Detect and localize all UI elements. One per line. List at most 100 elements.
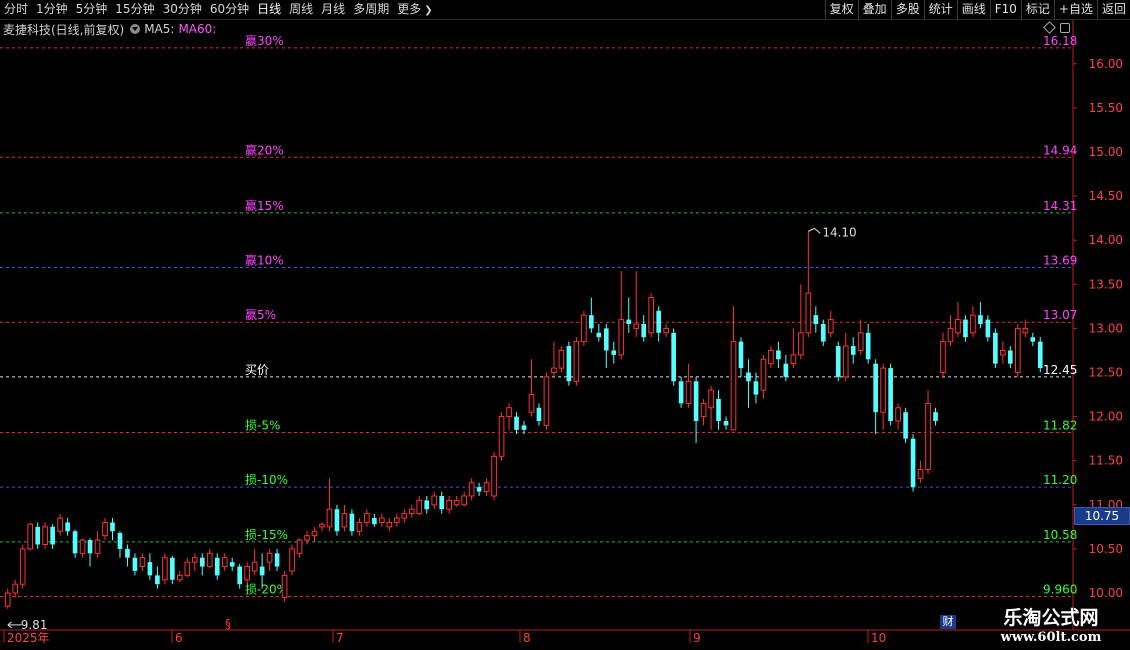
price-tick-label: 15.00 xyxy=(1089,145,1123,159)
candle-body xyxy=(633,323,640,329)
level-label: 损-15% xyxy=(245,528,288,542)
candle-body xyxy=(199,557,205,567)
candle-body xyxy=(933,412,938,422)
candle-body xyxy=(27,523,34,550)
level-label: 赢20% xyxy=(245,142,284,157)
candle-body xyxy=(341,513,348,528)
candle-body xyxy=(162,557,168,581)
level-label: 赢5% xyxy=(245,307,276,322)
low-marker-label: 9.81 xyxy=(21,618,48,632)
candle-body xyxy=(304,535,310,541)
candle-body xyxy=(970,314,976,334)
candle-body xyxy=(753,381,759,395)
candle-body xyxy=(618,319,625,356)
level-value: 12.45 xyxy=(1043,363,1077,377)
candle-body xyxy=(237,566,243,585)
candle-body xyxy=(521,425,527,430)
candle-body xyxy=(401,513,408,519)
candle-body xyxy=(603,328,609,351)
candle-body xyxy=(536,407,542,422)
candle-body xyxy=(581,314,587,343)
candle-body xyxy=(1000,349,1006,356)
candle-body xyxy=(408,508,415,515)
candle-body xyxy=(274,553,280,567)
candle-body xyxy=(790,354,797,365)
candle-body xyxy=(700,402,707,418)
candle-body xyxy=(251,561,258,572)
candle-body xyxy=(79,539,86,554)
candle-body xyxy=(476,487,482,492)
candle-body xyxy=(110,522,115,532)
finance-badge[interactable]: 财 xyxy=(940,615,956,629)
candle-body xyxy=(678,381,684,404)
level-value: 14.94 xyxy=(1043,143,1077,157)
candle-body xyxy=(746,372,751,382)
candle-body xyxy=(349,513,355,532)
candle-body xyxy=(94,539,101,554)
low-marker-arrow xyxy=(7,621,22,629)
candle-body xyxy=(543,376,550,426)
candle-body xyxy=(985,319,991,338)
level-label: 赢30% xyxy=(245,33,284,48)
date-tick-label: 6 xyxy=(175,631,183,645)
level-value: 11.82 xyxy=(1043,418,1077,432)
candle-body xyxy=(372,518,377,525)
candle-body xyxy=(461,495,467,506)
candle-body xyxy=(468,482,475,497)
candle-body xyxy=(35,526,40,545)
candle-body xyxy=(993,332,998,364)
candle-body xyxy=(656,310,661,333)
candle-body xyxy=(873,363,878,413)
candle-body xyxy=(50,526,55,545)
candle-body xyxy=(221,557,228,568)
candle-body xyxy=(663,327,669,334)
candle-body xyxy=(483,482,490,493)
candle-body xyxy=(170,557,175,580)
candle-body xyxy=(1014,327,1021,373)
candle-body xyxy=(334,509,340,532)
candle-body xyxy=(827,319,834,334)
candle-body xyxy=(453,499,460,506)
level-label: 损-5% xyxy=(245,418,280,432)
candle-body xyxy=(888,368,893,422)
candle-body xyxy=(281,574,288,598)
candle-body xyxy=(880,367,886,413)
candle-body xyxy=(214,557,220,576)
candle-body xyxy=(431,495,438,506)
candle-body xyxy=(813,315,819,324)
candle-body xyxy=(820,323,826,342)
price-tick-label: 12.00 xyxy=(1089,410,1123,424)
candle-body xyxy=(514,416,519,430)
candle-body xyxy=(491,455,497,497)
candle-body xyxy=(244,566,250,581)
candle-body xyxy=(139,557,146,568)
candle-body xyxy=(895,407,901,422)
level-label: 损-10% xyxy=(245,473,288,487)
candle-body xyxy=(87,540,93,554)
candle-body xyxy=(1030,337,1036,342)
candle-body xyxy=(289,548,295,572)
high-marker-arrow xyxy=(808,227,821,234)
price-tick-label: 10.00 xyxy=(1089,586,1123,600)
candle-body xyxy=(439,495,445,510)
candle-body xyxy=(693,381,699,422)
candle-body xyxy=(596,332,602,338)
candle-body xyxy=(558,349,565,369)
date-tick-label: 2025年 xyxy=(7,631,50,645)
candle-body xyxy=(963,319,968,338)
candle-body xyxy=(1037,341,1043,369)
date-tick-label: 7 xyxy=(336,631,344,645)
candle-body xyxy=(842,345,849,378)
candle-body xyxy=(903,412,908,439)
candle-body xyxy=(356,521,363,532)
candle-body xyxy=(768,349,774,365)
candle-body xyxy=(42,526,48,545)
kline-chart[interactable]: 16.00 15.50 15.00 14.50 14.00 13.50 13.00 12.50… xyxy=(0,0,1130,650)
level-value: 13.69 xyxy=(1043,254,1077,268)
site-logo: 乐淘公式网 www.60lt.com xyxy=(985,606,1117,648)
candle-body xyxy=(125,548,130,558)
candle-body xyxy=(573,341,580,382)
candle-body xyxy=(723,421,729,426)
candle-body xyxy=(626,319,632,324)
candle-body xyxy=(57,517,63,532)
